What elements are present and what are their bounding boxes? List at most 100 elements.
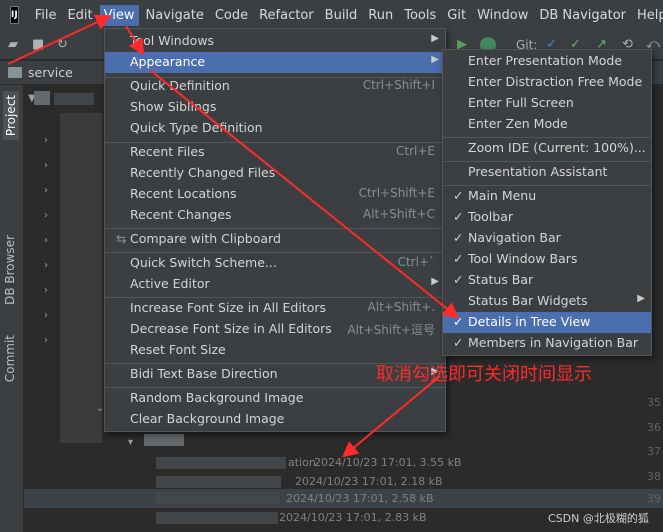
- open-folder-icon[interactable]: ▰: [8, 37, 18, 52]
- menu-item-presentation-assistant[interactable]: Presentation Assistant: [443, 162, 651, 183]
- menu-item-status-bar-widgets[interactable]: Status Bar Widgets ▶: [443, 291, 651, 312]
- menu-item-compare-with-clipboard[interactable]: ⇆ Compare with Clipboard: [105, 229, 445, 250]
- checkmark-icon: ✓: [453, 188, 464, 203]
- menu-file[interactable]: File: [31, 5, 61, 26]
- submenu-arrow-icon: ▶: [431, 54, 439, 65]
- menu-item-toolbar[interactable]: ✓ Toolbar: [443, 207, 651, 228]
- menu-item-members-in-navigation-bar[interactable]: ✓ Members in Navigation Bar: [443, 333, 651, 354]
- menu-window[interactable]: Window: [473, 5, 532, 26]
- module-icon: [8, 67, 22, 78]
- folder-icon: [34, 91, 50, 105]
- menu-item-reset-font-size[interactable]: Reset Font Size: [105, 340, 445, 361]
- menu-item-recently-changed-files[interactable]: Recently Changed Files: [105, 163, 445, 184]
- menu-db-navigator[interactable]: DB Navigator: [535, 5, 630, 26]
- menu-view[interactable]: View: [99, 4, 139, 26]
- watermark: CSDN @北极糊的狐: [548, 512, 649, 525]
- chevron-right-icon[interactable]: ›: [44, 160, 48, 171]
- file-name-suffix: ation: [288, 456, 316, 469]
- menu-build[interactable]: Build: [321, 5, 362, 26]
- chevron-down-icon[interactable]: ▾: [128, 437, 133, 448]
- refresh-icon[interactable]: ↻: [57, 37, 68, 52]
- line-number: 39: [647, 492, 661, 505]
- submenu-arrow-icon: ▶: [431, 33, 439, 44]
- checkmark-icon: ✓: [453, 230, 464, 245]
- submenu-arrow-icon: ▶: [637, 293, 645, 304]
- menu-item-recent-changes[interactable]: Recent Changes Alt+Shift+C: [105, 205, 445, 226]
- line-number: 35: [647, 396, 661, 409]
- file-row[interactable]: ation 2024/10/23 17:01, 3.55 kB: [24, 454, 663, 473]
- checkmark-icon: ✓: [453, 335, 464, 350]
- blurred-file-name: [156, 457, 286, 469]
- intellij-logo-icon: IJ: [10, 6, 19, 24]
- menu-item-enter-full-screen[interactable]: Enter Full Screen: [443, 93, 651, 114]
- file-details: 2024/10/23 17:01, 2.58 kB: [286, 492, 434, 505]
- blurred-file-name: [156, 492, 280, 504]
- chevron-right-icon[interactable]: ›: [44, 285, 48, 296]
- menu-item-clear-background-image[interactable]: Clear Background Image: [105, 409, 445, 430]
- menu-git[interactable]: Git: [443, 5, 470, 26]
- menu-item-increase-font-size[interactable]: Increase Font Size in All Editors Alt+Shi…: [105, 298, 445, 319]
- menu-item-tool-windows[interactable]: Tool Windows ▶: [105, 31, 445, 52]
- menu-item-enter-presentation-mode[interactable]: Enter Presentation Mode: [443, 51, 651, 72]
- annotation-text: 取消勾选即可关闭时间显示: [376, 364, 592, 385]
- file-details: 2024/10/23 17:01, 3.55 kB: [314, 456, 462, 469]
- chevron-right-icon[interactable]: ›: [44, 185, 48, 196]
- menu-item-details-in-tree-view[interactable]: ✓ Details in Tree View: [443, 312, 651, 333]
- file-details: 2024/10/23 17:01, 2.18 kB: [295, 475, 443, 488]
- blurred-project-root: [54, 93, 94, 105]
- menu-item-quick-type-definition[interactable]: Quick Type Definition: [105, 118, 445, 139]
- menu-tools[interactable]: Tools: [400, 5, 440, 26]
- chevron-right-icon[interactable]: ›: [44, 310, 48, 321]
- file-details: 2024/10/23 17:01, 2.83 kB: [279, 511, 427, 524]
- menu-refactor[interactable]: Refactor: [255, 5, 318, 26]
- checkmark-icon: ✓: [453, 209, 464, 224]
- menu-run[interactable]: Run: [364, 5, 397, 26]
- menu-navigate[interactable]: Navigate: [142, 5, 208, 26]
- submenu-arrow-icon: ▶: [431, 276, 439, 287]
- appearance-submenu: Enter Presentation Mode Enter Distractio…: [442, 49, 652, 356]
- menu-item-show-siblings[interactable]: Show Siblings: [105, 97, 445, 118]
- db-browser-tool-tab[interactable]: DB Browser: [3, 235, 17, 305]
- checkmark-icon: ✓: [453, 272, 464, 287]
- file-row-selected[interactable]: 2024/10/23 17:01, 2.58 kB: [24, 489, 663, 508]
- menu-item-tool-window-bars[interactable]: ✓ Tool Window Bars: [443, 249, 651, 270]
- project-name: service: [28, 65, 73, 80]
- menu-item-enter-zen-mode[interactable]: Enter Zen Mode: [443, 114, 651, 135]
- menu-item-appearance[interactable]: Appearance ▶: [105, 52, 445, 73]
- menu-item-navigation-bar[interactable]: ✓ Navigation Bar: [443, 228, 651, 249]
- menu-item-active-editor[interactable]: Active Editor ▶: [105, 274, 445, 295]
- compare-icon: ⇆: [116, 231, 127, 246]
- chevron-right-icon[interactable]: ›: [44, 235, 48, 246]
- line-number: 37: [647, 445, 661, 458]
- menu-item-quick-definition[interactable]: Quick Definition Ctrl+Shift+I: [105, 76, 445, 97]
- menu-item-status-bar[interactable]: ✓ Status Bar: [443, 270, 651, 291]
- menu-item-enter-distraction-free-mode[interactable]: Enter Distraction Free Mode: [443, 72, 651, 93]
- blurred-folder: [144, 434, 184, 446]
- menu-item-main-menu[interactable]: ✓ Main Menu: [443, 186, 651, 207]
- menu-item-recent-locations[interactable]: Recent Locations Ctrl+Shift+E: [105, 184, 445, 205]
- project-breadcrumb[interactable]: service: [8, 65, 73, 80]
- left-tool-stripe: Project DB Browser Commit: [0, 85, 24, 532]
- blurred-file-name: [156, 512, 278, 524]
- commit-tool-tab[interactable]: Commit: [3, 335, 17, 382]
- menu-help[interactable]: Help: [633, 5, 663, 26]
- menu-code[interactable]: Code: [211, 5, 252, 26]
- chevron-right-icon[interactable]: ›: [44, 260, 48, 271]
- menu-item-decrease-font-size[interactable]: Decrease Font Size in All Editors Alt+Shi…: [105, 319, 445, 340]
- menu-item-zoom-ide[interactable]: Zoom IDE (Current: 100%)...: [443, 138, 651, 159]
- line-number: 38: [647, 470, 661, 483]
- menu-item-quick-switch-scheme[interactable]: Quick Switch Scheme... Ctrl+`: [105, 253, 445, 274]
- blurred-tree-items: [60, 113, 102, 443]
- project-tool-tab[interactable]: Project: [3, 91, 19, 141]
- menu-item-random-background-image[interactable]: Random Background Image: [105, 388, 445, 409]
- blurred-file-name: [156, 476, 281, 488]
- checkmark-icon: ✓: [453, 251, 464, 266]
- chevron-right-icon[interactable]: ›: [44, 210, 48, 221]
- menu-bar: IJ File Edit View Navigate Code Refactor…: [0, 0, 663, 30]
- menu-edit[interactable]: Edit: [63, 5, 96, 26]
- save-icon[interactable]: ■: [32, 37, 44, 52]
- chevron-right-icon[interactable]: ›: [44, 135, 48, 146]
- menu-item-recent-files[interactable]: Recent Files Ctrl+E: [105, 142, 445, 163]
- chevron-right-icon[interactable]: ›: [44, 335, 48, 346]
- checkmark-icon: ✓: [453, 314, 464, 329]
